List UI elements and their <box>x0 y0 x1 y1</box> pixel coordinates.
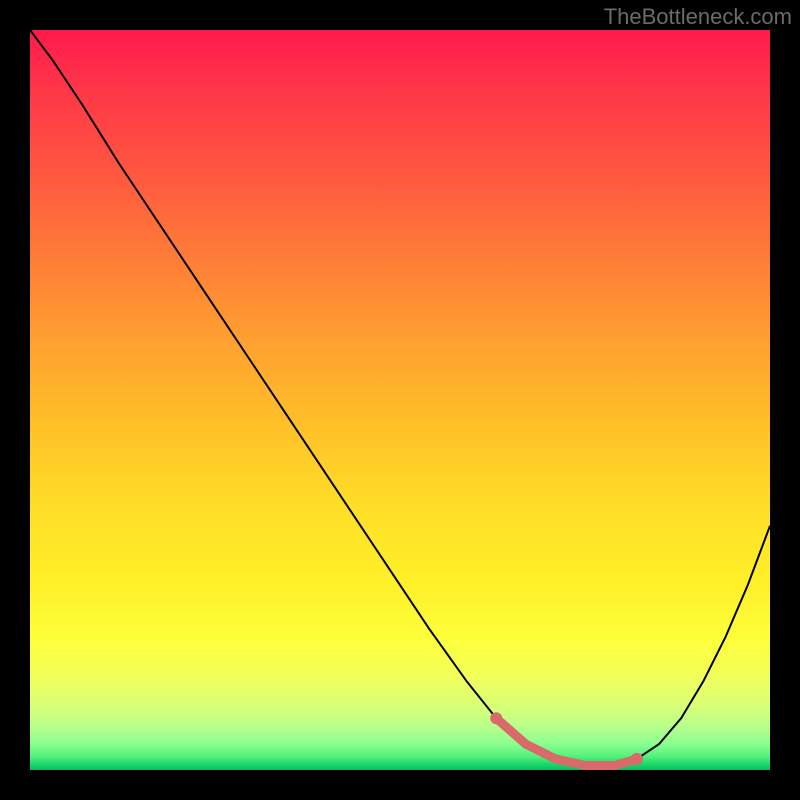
curve-line <box>30 30 770 766</box>
chart-container: TheBottleneck.com <box>0 0 800 800</box>
plot-area <box>30 30 770 770</box>
attribution-text: TheBottleneck.com <box>604 4 792 30</box>
bottleneck-curve <box>30 30 770 770</box>
highlight-endpoint-right <box>631 753 643 765</box>
highlight-endpoint-left <box>490 712 502 724</box>
optimal-region-highlight <box>496 718 637 765</box>
